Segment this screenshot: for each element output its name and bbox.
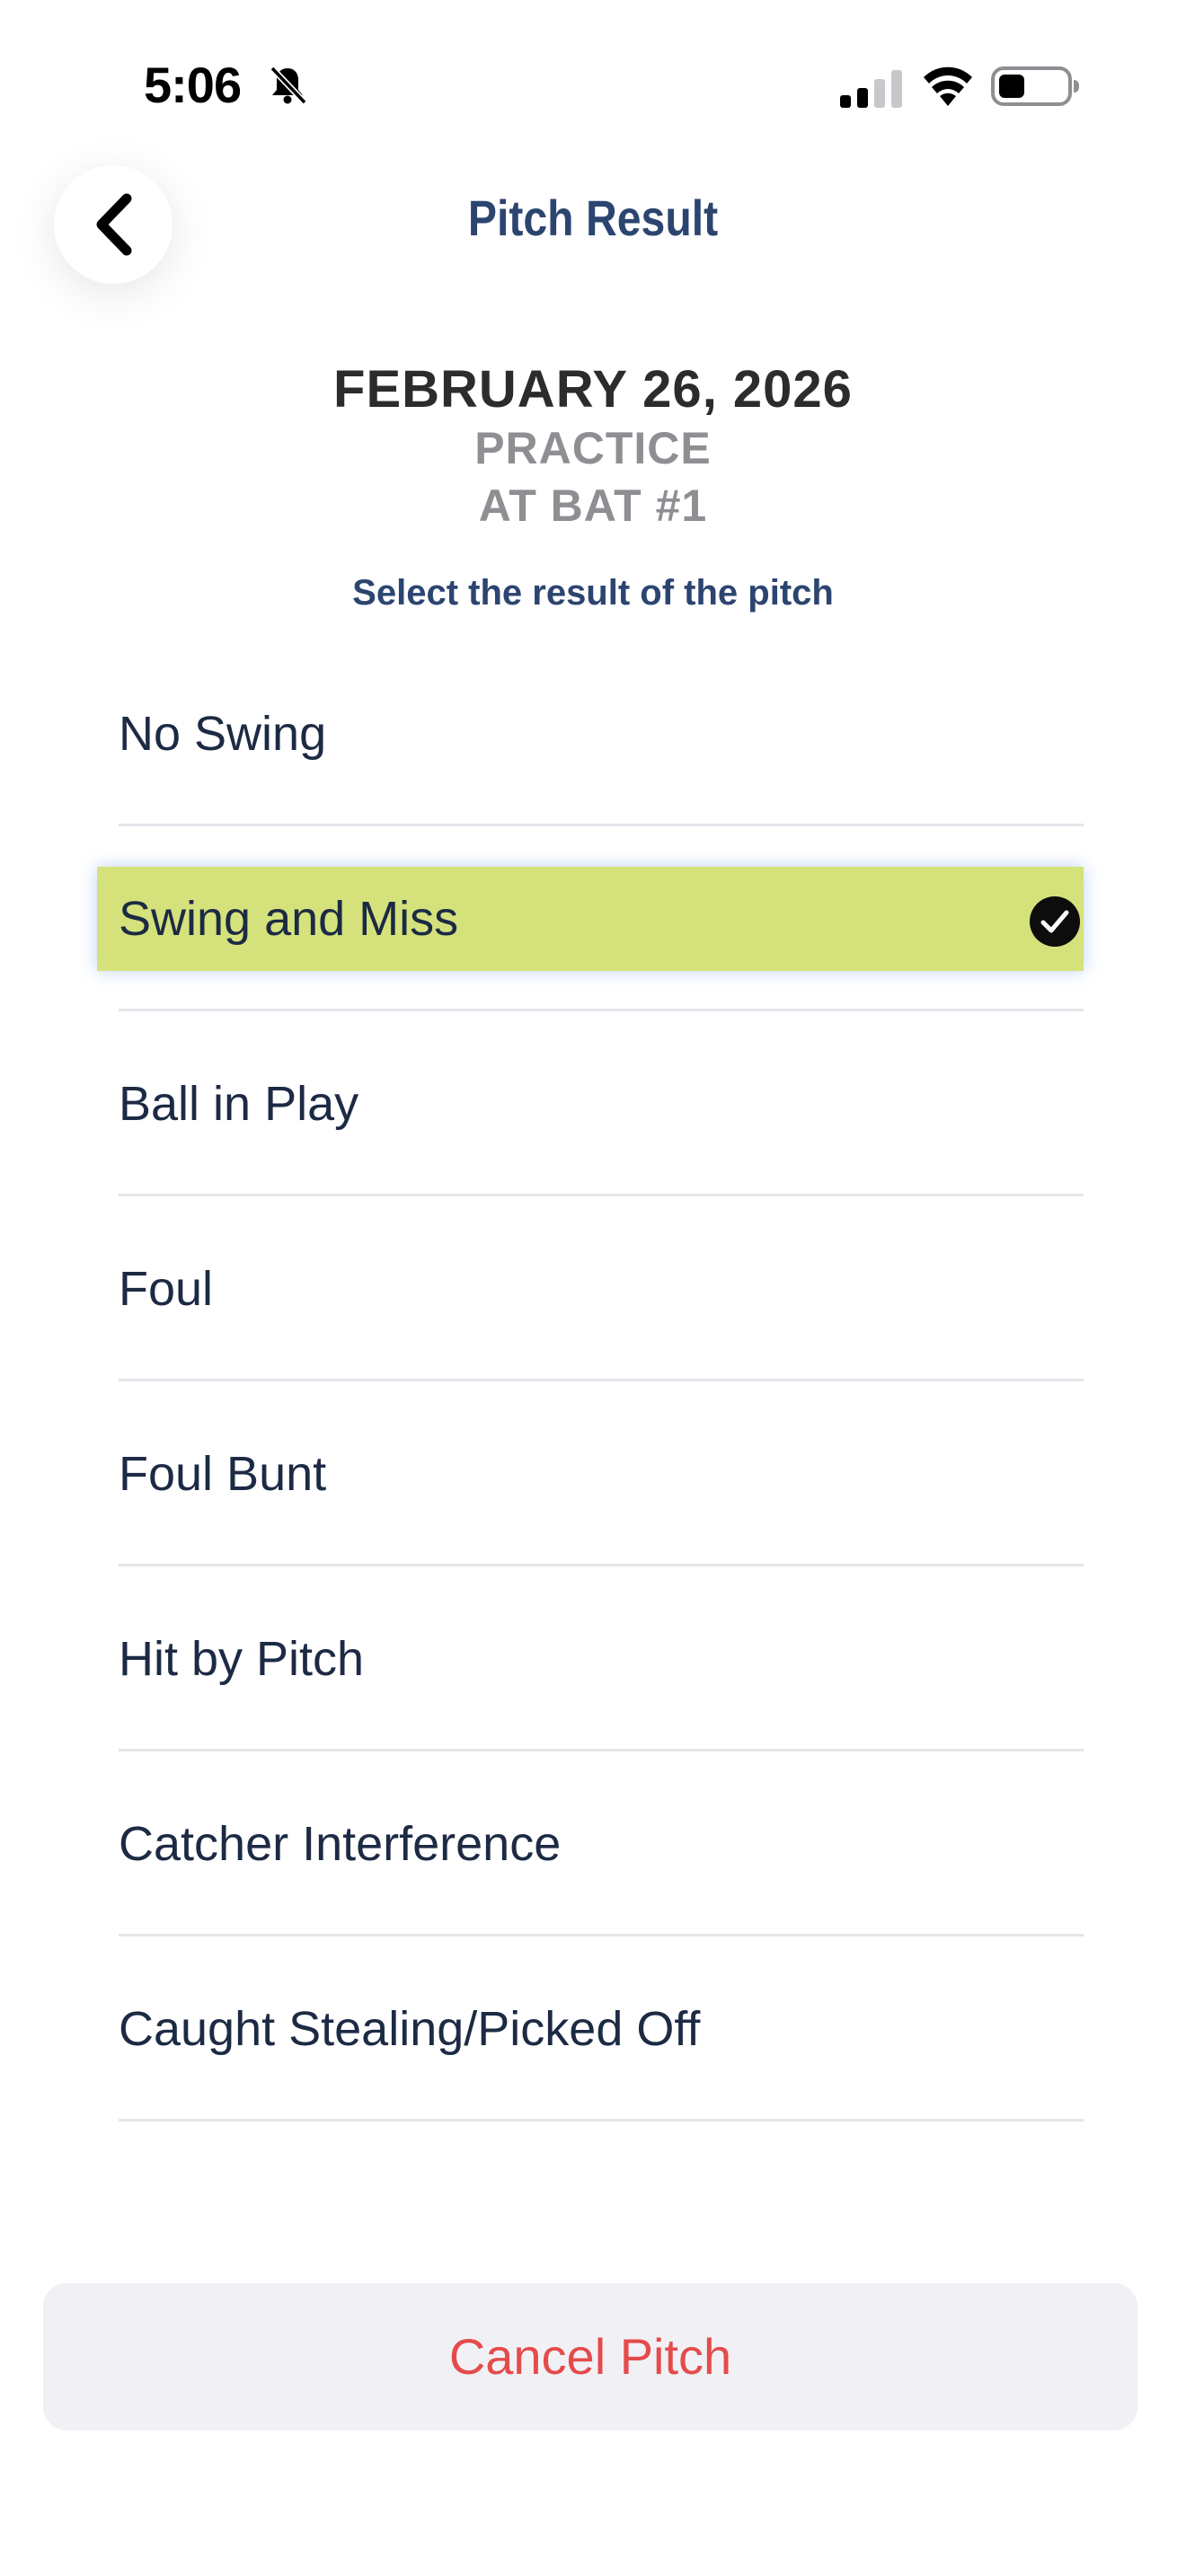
option-label: Foul Bunt xyxy=(119,1447,327,1501)
checkmark-icon xyxy=(1030,896,1080,947)
option-label: No Swing xyxy=(119,707,327,761)
option-label: Catcher Interference xyxy=(119,1817,562,1871)
option-no-swing[interactable]: No Swing xyxy=(119,641,1084,826)
option-label: Foul xyxy=(119,1262,214,1316)
status-bar: 5:06 xyxy=(0,0,1186,171)
option-label: Hit by Pitch xyxy=(119,1632,365,1686)
bell-slash-icon xyxy=(270,66,307,105)
option-label: Swing and Miss xyxy=(119,892,459,946)
divider xyxy=(119,2119,1084,2122)
at-bat-number: AT BAT #1 xyxy=(478,481,708,531)
option-label: Caught Stealing/Picked Off xyxy=(119,2002,701,2056)
option-label: Ball in Play xyxy=(119,1077,359,1131)
option-caught-stealing[interactable]: Caught Stealing/Picked Off xyxy=(119,1936,1084,2122)
page-title: Pitch Result xyxy=(467,190,719,246)
option-swing-and-miss[interactable]: Swing and Miss xyxy=(97,826,1084,1011)
status-time: 5:06 xyxy=(144,57,242,113)
wifi-icon xyxy=(924,66,972,106)
option-foul-bunt[interactable]: Foul Bunt xyxy=(119,1381,1084,1566)
option-catcher-interference[interactable]: Catcher Interference xyxy=(119,1751,1084,1936)
option-ball-in-play[interactable]: Ball in Play xyxy=(119,1011,1084,1196)
game-date: FEBRUARY 26, 2026 xyxy=(333,360,853,419)
cancel-pitch-button[interactable]: Cancel Pitch xyxy=(43,2283,1137,2430)
instruction-text: Select the result of the pitch xyxy=(352,573,834,613)
option-foul[interactable]: Foul xyxy=(119,1196,1084,1381)
game-type: PRACTICE xyxy=(474,423,712,473)
cellular-signal-icon xyxy=(840,70,902,108)
option-hit-by-pitch[interactable]: Hit by Pitch xyxy=(119,1566,1084,1751)
battery-icon xyxy=(991,66,1079,106)
